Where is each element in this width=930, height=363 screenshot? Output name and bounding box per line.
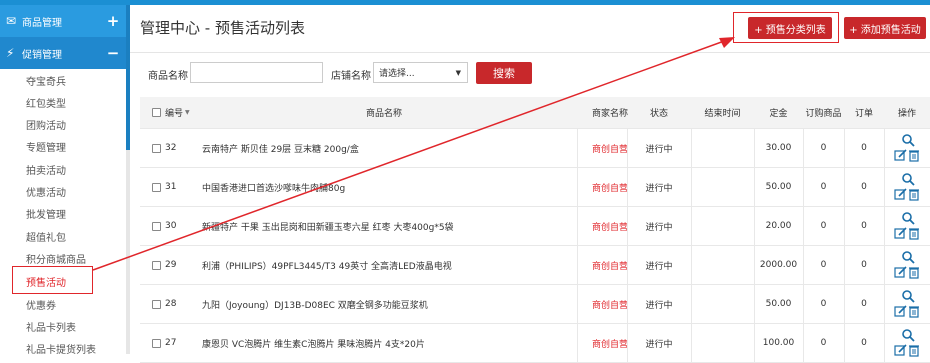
arrow-head — [719, 37, 735, 48]
annotation-arrow — [92, 37, 735, 271]
arrow-line — [92, 39, 728, 271]
